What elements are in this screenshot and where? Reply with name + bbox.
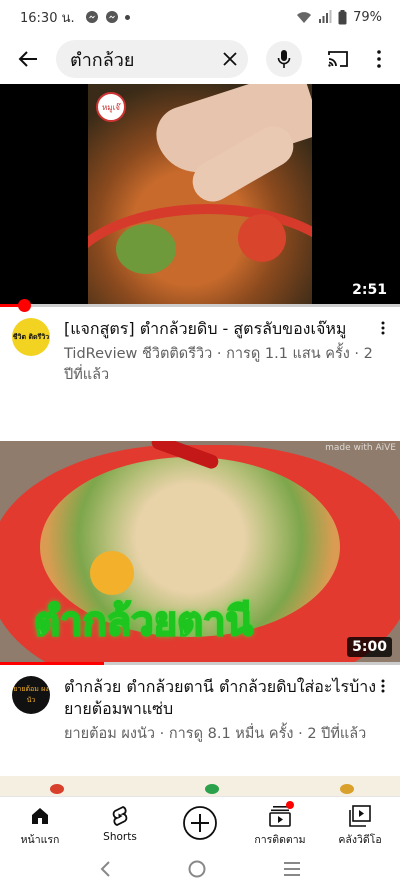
clear-icon[interactable] (222, 51, 238, 67)
back-arrow-icon (18, 51, 37, 67)
more-options-button[interactable] (364, 41, 394, 77)
video-subtitle: ยายต้อม ผงนัว · การดู 8.1 หมื่น ครั้ง · … (64, 726, 367, 742)
shorts-icon (112, 806, 128, 826)
video-subtitle: TidReview ชีวิตติดรีวิว · การดู 1.1 แสน … (64, 346, 373, 383)
clock: 16:30 น. (20, 10, 75, 26)
channel-avatar[interactable]: ชีวิต ติดรีวิว (12, 318, 50, 356)
microphone-icon (277, 50, 291, 68)
messenger-icon (85, 11, 98, 23)
video-menu-button[interactable] (376, 318, 390, 338)
nav-home[interactable]: หน้าแรก (0, 797, 80, 848)
nav-create[interactable] (160, 797, 240, 848)
system-back-icon[interactable] (99, 860, 111, 878)
nav-label: การติดตาม (254, 834, 306, 846)
nav-shorts[interactable]: Shorts (80, 797, 160, 848)
watch-progress-bar (0, 299, 400, 312)
system-home-icon[interactable] (188, 860, 206, 878)
bottom-navigation: หน้าแรก Shorts การติดตาม คลังวิดีโอ (0, 796, 400, 848)
video-title[interactable]: [แจกสูตร] ตำกล้วยดิบ - สูตรลับของเจ๊หมู (64, 318, 382, 340)
more-vertical-icon (381, 321, 385, 335)
more-vertical-icon (377, 50, 381, 68)
cast-button[interactable] (320, 41, 356, 77)
progress-handle (18, 299, 31, 312)
video-thumbnail[interactable]: made with AiVE ตำกล้วยตานี 5:00 (0, 441, 400, 663)
video-meta: ชีวิต ติดรีวิว [แจกสูตร] ตำกล้วยดิบ - สู… (0, 318, 400, 386)
system-recents-icon[interactable] (283, 861, 301, 877)
new-content-badge (286, 801, 294, 809)
more-notifications-dot (124, 14, 130, 20)
back-button[interactable] (0, 34, 56, 84)
nav-subscriptions[interactable]: การติดตาม (240, 797, 320, 848)
wifi-icon (297, 12, 312, 23)
voice-search-button[interactable] (266, 41, 302, 77)
duration-badge: 2:51 (347, 280, 392, 300)
search-header: ตำกล้วย (0, 34, 400, 84)
video-thumbnail[interactable] (0, 776, 400, 796)
video-title[interactable]: ตำกล้วย ตำกล้วยตานี ตำกล้วยดิบใส่อะไรบ้า… (64, 676, 382, 720)
more-vertical-icon (381, 679, 385, 693)
thumbnail-image: หมูเจ๊ (88, 84, 312, 306)
home-icon (32, 808, 48, 824)
status-bar: 16:30 น. 79% (0, 0, 400, 34)
notification-icons (85, 10, 130, 24)
search-query: ตำกล้วย (70, 49, 135, 71)
avatar-text: ยายต้อม ผงนัว (13, 685, 49, 704)
video-menu-button[interactable] (376, 676, 390, 696)
channel-avatar[interactable]: ยายต้อม ผงนัว (12, 676, 50, 714)
video-meta: ยายต้อม ผงนัว ตำกล้วย ตำกล้วยตานี ตำกล้ว… (0, 676, 400, 745)
search-input[interactable]: ตำกล้วย (56, 40, 248, 78)
video-thumbnail[interactable]: หมูเจ๊ 2:51 (0, 84, 400, 306)
nav-library[interactable]: คลังวิดีโอ (320, 797, 400, 848)
watch-progress-bar (0, 662, 400, 665)
avatar-text: ชีวิต ติดรีวิว (12, 332, 50, 341)
thumbnail-caption: ตำกล้วยตานี (33, 598, 254, 646)
duration-badge: 5:00 (347, 637, 392, 657)
nav-label: Shorts (103, 831, 137, 843)
nav-label: หน้าแรก (20, 834, 60, 846)
cast-icon (328, 51, 348, 67)
battery-percent: 79% (353, 9, 382, 25)
system-navigation (0, 848, 400, 889)
channel-watermark: หมูเจ๊ (96, 92, 126, 122)
watermark-text: made with AiVE (325, 443, 396, 453)
create-plus-icon (183, 806, 217, 840)
battery-icon (338, 9, 347, 24)
signal-icon (319, 10, 332, 23)
library-icon (349, 805, 371, 827)
nav-label: คลังวิดีโอ (338, 834, 382, 846)
messenger-icon (105, 11, 118, 23)
